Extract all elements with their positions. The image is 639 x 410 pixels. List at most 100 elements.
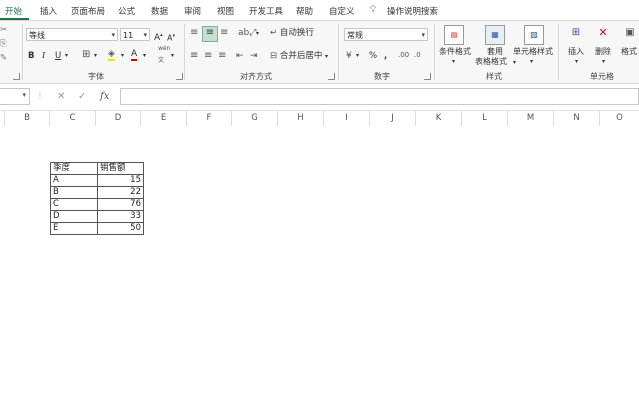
format-as-table-icon[interactable]: ▦ — [485, 25, 505, 45]
tab-review[interactable]: 审阅 — [184, 5, 201, 17]
grow-font-button[interactable]: A▴ — [154, 29, 163, 44]
number-launcher-icon[interactable] — [424, 73, 431, 80]
tab-developer[interactable]: 开发工具 — [249, 5, 283, 17]
align-center-icon[interactable]: ≡ — [204, 50, 212, 62]
cell-quarter[interactable]: D — [50, 210, 98, 223]
column-header[interactable]: F — [187, 111, 232, 126]
font-color-dropdown-icon[interactable]: ▾ — [143, 50, 146, 62]
bold-button[interactable]: B — [28, 50, 34, 62]
alignment-launcher-icon[interactable] — [328, 73, 335, 80]
column-header[interactable]: I — [324, 111, 370, 126]
comma-button[interactable]: , — [384, 50, 387, 62]
tab-insert[interactable]: 插入 — [40, 5, 57, 17]
align-right-icon[interactable]: ≡ — [218, 50, 226, 62]
delete-dropdown-icon[interactable]: ▾ — [602, 56, 605, 68]
font-size-dropdown[interactable]: 11 ▾ — [120, 28, 150, 41]
align-top-icon[interactable]: ≡ — [190, 27, 198, 39]
tab-formulas[interactable]: 公式 — [118, 5, 135, 17]
column-header[interactable]: C — [50, 111, 96, 126]
column-header[interactable]: O — [600, 111, 639, 126]
borders-icon[interactable]: ⊞ — [82, 49, 90, 61]
column-header[interactable]: J — [370, 111, 416, 126]
column-header[interactable]: E — [141, 111, 187, 126]
underline-dropdown-icon[interactable]: ▾ — [65, 50, 68, 62]
font-name-value: 等线 — [29, 31, 45, 40]
fill-color-dropdown-icon[interactable]: ▾ — [121, 50, 124, 62]
cell-styles-dropdown-icon[interactable]: ▾ — [530, 56, 533, 68]
currency-icon[interactable]: ¥ — [346, 50, 352, 62]
header-cell-sales[interactable]: 销售额 — [97, 162, 144, 175]
tab-custom[interactable]: 自定义 — [329, 5, 355, 17]
tab-data[interactable]: 数据 — [151, 5, 168, 17]
cell-quarter[interactable]: A — [50, 174, 98, 187]
cell-quarter[interactable]: E — [50, 222, 98, 235]
orientation-icon[interactable]: ab⤢ — [238, 27, 256, 39]
cell-sales[interactable]: 22 — [97, 186, 144, 199]
cell-quarter[interactable]: C — [50, 198, 98, 211]
underline-button[interactable]: U — [55, 50, 61, 62]
align-bottom-icon[interactable]: ≡ — [220, 27, 228, 39]
chevron-down-icon: ▾ — [325, 53, 329, 60]
phonetic-button[interactable]: wén 文 — [158, 43, 170, 67]
name-box[interactable]: ▾ — [0, 88, 30, 105]
font-name-dropdown[interactable]: 等线 ▾ — [26, 28, 118, 41]
insert-dropdown-icon[interactable]: ▾ — [575, 56, 578, 68]
cell-sales[interactable]: 76 — [97, 198, 144, 211]
column-header[interactable]: H — [278, 111, 324, 126]
column-header[interactable]: K — [416, 111, 462, 126]
font-launcher-icon[interactable] — [176, 73, 183, 80]
insert-cells-icon[interactable]: ⊞ — [568, 25, 584, 41]
decrease-indent-icon[interactable]: ⇤ — [236, 50, 244, 62]
format-as-table-label-2[interactable]: 表格格式 — [475, 57, 507, 67]
align-left-icon[interactable]: ≡ — [190, 50, 198, 62]
column-header[interactable]: L — [462, 111, 508, 126]
align-middle-icon[interactable]: ≡ — [202, 26, 218, 42]
cancel-icon[interactable]: ✕ — [57, 91, 65, 102]
header-cell-quarter[interactable]: 季度 — [50, 162, 98, 175]
tab-page-layout[interactable]: 页面布局 — [71, 5, 105, 17]
phonetic-dropdown-icon[interactable]: ▾ — [171, 50, 174, 62]
increase-decimal-icon[interactable]: .00 — [398, 49, 409, 61]
format-cells-icon[interactable]: ▣ — [622, 25, 638, 41]
column-header[interactable]: D — [96, 111, 141, 126]
tell-me-search[interactable]: 操作说明搜索 — [387, 5, 438, 17]
format-cells-label[interactable]: 格式 — [621, 47, 637, 57]
column-header[interactable]: G — [232, 111, 278, 126]
conditional-formatting-icon[interactable]: ▤ — [444, 25, 464, 45]
tab-help[interactable]: 帮助 — [296, 5, 313, 17]
number-format-dropdown[interactable]: 常规 ▾ — [344, 28, 428, 41]
cell-sales[interactable]: 15 — [97, 174, 144, 187]
tab-view[interactable]: 视图 — [217, 5, 234, 17]
italic-button[interactable]: I — [42, 50, 45, 62]
cell-styles-icon[interactable]: ▨ — [524, 25, 544, 45]
format-painter-icon[interactable]: ✎ — [0, 52, 7, 64]
cut-icon[interactable]: ✂ — [0, 24, 7, 36]
wrap-text-button[interactable]: ↵ 自动换行 — [270, 27, 314, 39]
insert-function-icon[interactable]: fx — [100, 91, 109, 102]
enter-icon[interactable]: ✓ — [78, 91, 86, 102]
column-header[interactable]: M — [508, 111, 554, 126]
font-color-icon[interactable]: A — [131, 49, 138, 61]
cell-sales[interactable]: 50 — [97, 222, 144, 235]
clipboard-launcher-icon[interactable] — [13, 73, 20, 80]
column-header[interactable]: B — [5, 111, 50, 126]
formula-input[interactable] — [120, 88, 639, 105]
currency-dropdown-icon[interactable]: ▾ — [356, 50, 359, 62]
format-as-table-label-1[interactable]: 套用 — [487, 47, 503, 57]
orientation-dropdown-icon[interactable]: ▾ — [256, 28, 259, 40]
conditional-formatting-dropdown-icon[interactable]: ▾ — [452, 56, 455, 68]
percent-button[interactable]: % — [369, 50, 377, 62]
increase-indent-icon[interactable]: ⇥ — [250, 50, 258, 62]
borders-dropdown-icon[interactable]: ▾ — [94, 50, 97, 62]
cell-sales[interactable]: 33 — [97, 210, 144, 223]
delete-cells-icon[interactable]: ✕ — [595, 25, 611, 41]
merge-center-button[interactable]: ⊟ 合并后居中 ▾ — [270, 50, 328, 63]
column-header[interactable]: N — [554, 111, 600, 126]
alignment-group-label: 对齐方式 — [240, 72, 272, 81]
decrease-decimal-icon[interactable]: .0 — [414, 49, 421, 61]
format-as-table-dropdown-icon[interactable]: ▾ — [513, 57, 516, 69]
copy-icon[interactable]: ⎘ — [0, 38, 7, 50]
cell-quarter[interactable]: B — [50, 186, 98, 199]
tab-home[interactable]: 开始 — [5, 5, 22, 17]
fill-color-icon[interactable]: ◈ — [108, 49, 115, 61]
